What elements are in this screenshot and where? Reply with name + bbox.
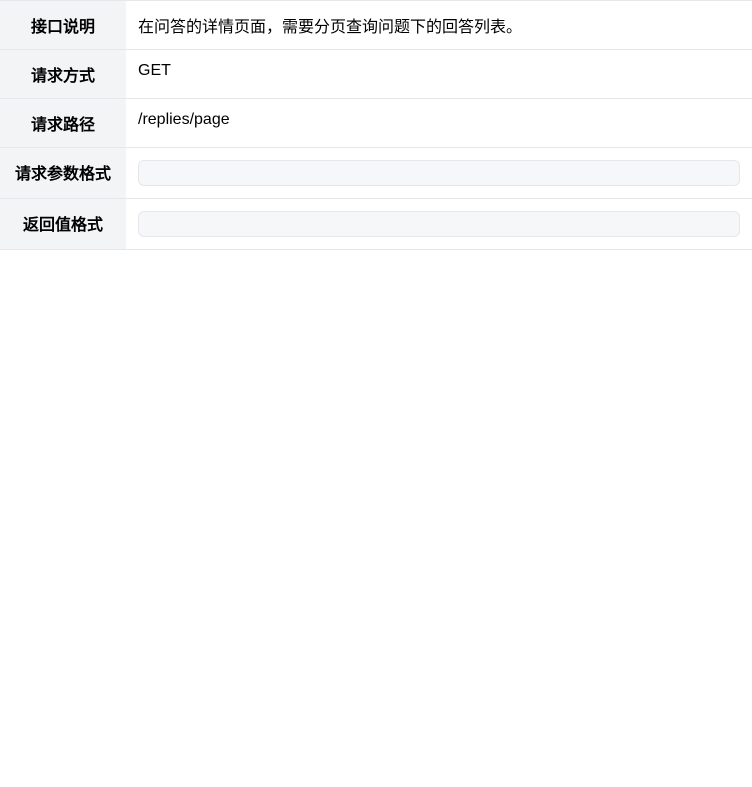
row-label: 接口说明 xyxy=(0,1,126,50)
row-value: /replies/page xyxy=(126,99,752,148)
row-value: 在问答的详情页面，需要分页查询问题下的回答列表。 xyxy=(126,1,752,50)
row-label: 请求路径 xyxy=(0,99,126,148)
response-label: 返回值格式 xyxy=(0,199,126,250)
row-label: 请求方式 xyxy=(0,50,126,99)
api-table: 接口说明 在问答的详情页面，需要分页查询问题下的回答列表。 请求方式 GET 请… xyxy=(0,0,752,250)
row-value: GET xyxy=(126,50,752,99)
request-params-code xyxy=(138,160,740,186)
response-code xyxy=(138,211,740,237)
request-params-label: 请求参数格式 xyxy=(0,148,126,199)
